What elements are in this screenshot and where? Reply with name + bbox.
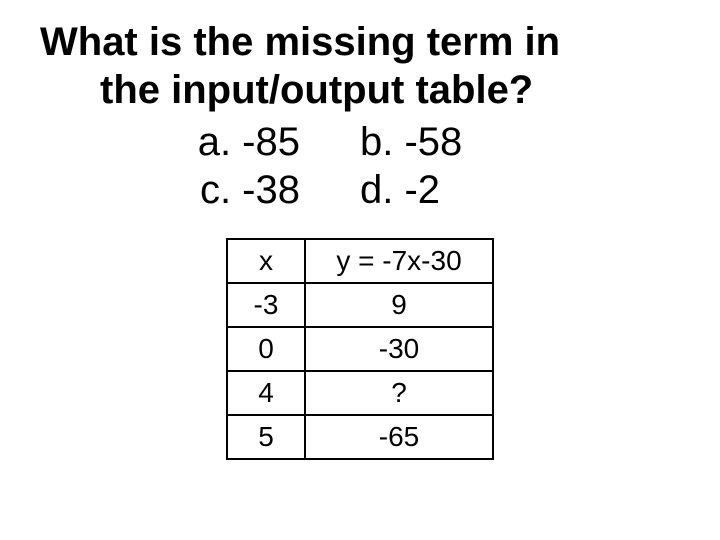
worksheet-page: What is the missing term in the input/ou…	[0, 0, 720, 460]
cell-x: 5	[227, 415, 305, 459]
table-row: 0 -30	[227, 327, 493, 371]
table-row: -3 9	[227, 283, 493, 327]
cell-y: -30	[305, 327, 493, 371]
cell-y: -65	[305, 415, 493, 459]
cell-x: 0	[227, 327, 305, 371]
cell-y: ?	[305, 371, 493, 415]
header-x: x	[227, 239, 305, 283]
choice-a: a. -85	[0, 118, 340, 166]
io-table: x y = -7x-30 -3 9 0 -30 4 ? 5 -65	[226, 238, 494, 460]
table-row: 5 -65	[227, 415, 493, 459]
question-line-2: the input/output table?	[100, 66, 720, 114]
header-y: y = -7x-30	[305, 239, 493, 283]
question-text: What is the missing term in the input/ou…	[40, 18, 720, 114]
cell-x: 4	[227, 371, 305, 415]
table-row: 4 ?	[227, 371, 493, 415]
choice-d: d. -2	[340, 166, 640, 214]
question-line-1: What is the missing term in	[40, 18, 720, 66]
table-header-row: x y = -7x-30	[227, 239, 493, 283]
answer-choices: a. -85 b. -58 c. -38 d. -2	[0, 118, 720, 214]
cell-y: 9	[305, 283, 493, 327]
choice-c: c. -38	[0, 166, 340, 214]
cell-x: -3	[227, 283, 305, 327]
choice-b: b. -58	[340, 118, 640, 166]
